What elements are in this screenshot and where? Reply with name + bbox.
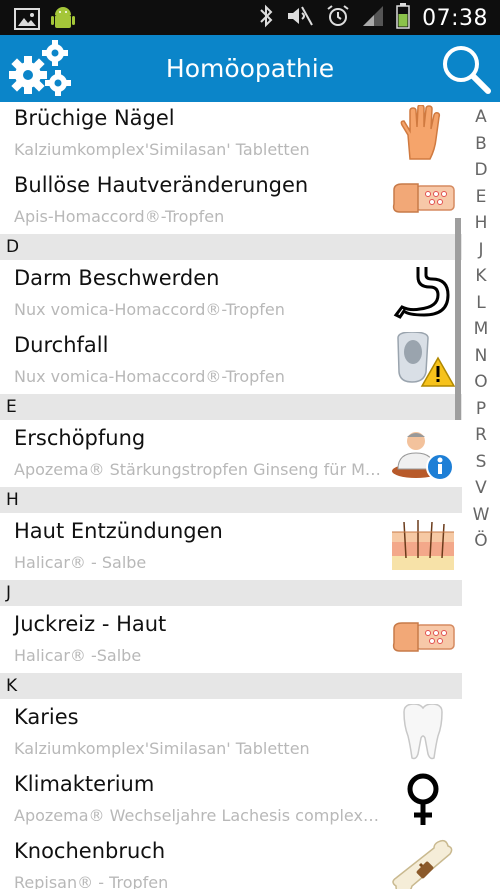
skin-rash-arm-icon [390, 611, 456, 667]
alphabet-index-letter[interactable]: O [462, 369, 500, 396]
list-item[interactable]: Juckreiz - Haut Halicar® -Salbe [0, 606, 462, 673]
alphabet-index-letter[interactable]: D [462, 157, 500, 184]
item-subtitle: Apozema® Wechseljahre Lachesis complex N… [14, 806, 384, 825]
app-title: Homöopathie [165, 54, 335, 83]
item-title: Erschöpfung [14, 426, 146, 450]
item-title: Darm Beschwerden [14, 266, 220, 290]
status-bar: 07:38 [0, 0, 500, 35]
alphabet-index-letter[interactable]: B [462, 131, 500, 158]
list-item[interactable]: Karies Kalziumkomplex'Similasan' Tablett… [0, 699, 462, 766]
list-item[interactable]: Bullöse Hautveränderungen Apis-Homaccord… [0, 167, 462, 234]
item-subtitle: Kalziumkomplex'Similasan' Tabletten [14, 140, 310, 159]
scrollbar-thumb[interactable] [455, 218, 461, 420]
section-header-d: D [0, 234, 462, 260]
list-item[interactable]: Brüchige Nägel Kalziumkomplex'Similasan'… [0, 102, 462, 167]
search-icon[interactable] [440, 43, 492, 99]
alphabet-index-letter[interactable]: N [462, 343, 500, 370]
mute-icon [286, 5, 314, 31]
alphabet-index-letter[interactable]: J [462, 237, 500, 264]
alphabet-index-letter[interactable]: V [462, 475, 500, 502]
item-title: Bullöse Hautveränderungen [14, 173, 309, 197]
hand-icon [390, 105, 456, 161]
battery-icon [396, 3, 410, 33]
item-subtitle: Nux vomica-Homaccord®-Tropfen [14, 367, 285, 386]
alphabet-index-letter[interactable]: K [462, 263, 500, 290]
person-info-icon [390, 425, 456, 481]
item-subtitle: Halicar® - Salbe [14, 553, 147, 572]
toilet-warning-icon [390, 332, 456, 388]
list-item[interactable]: Erschöpfung Apozema® Stärkungstropfen Gi… [0, 420, 462, 487]
item-subtitle: Halicar® -Salbe [14, 646, 142, 665]
gallery-notification-icon [14, 8, 40, 34]
item-title: Juckreiz - Haut [14, 612, 167, 636]
signal-icon [362, 5, 384, 31]
section-header-h: H [0, 487, 462, 513]
section-header-k: K [0, 673, 462, 699]
alphabet-index-letter[interactable]: A [462, 104, 500, 131]
tooth-icon [390, 704, 456, 760]
alphabet-index-letter[interactable]: P [462, 396, 500, 423]
android-notification-icon [50, 6, 76, 36]
list-item[interactable]: Knochenbruch Repisan® - Tropfen [0, 833, 462, 889]
alphabet-index-letter[interactable]: R [462, 422, 500, 449]
list-item[interactable]: Klimakterium Apozema® Wechseljahre Lache… [0, 766, 462, 833]
item-subtitle: Nux vomica-Homaccord®-Tropfen [14, 300, 285, 319]
item-title: Klimakterium [14, 772, 155, 796]
app-bar: Homöopathie [0, 35, 500, 102]
item-subtitle: Kalziumkomplex'Similasan' Tabletten [14, 739, 310, 758]
item-title: Karies [14, 705, 79, 729]
item-subtitle: Repisan® - Tropfen [14, 873, 169, 889]
alphabet-index-letter[interactable]: L [462, 290, 500, 317]
broken-bone-icon [390, 838, 456, 889]
condition-list[interactable]: B Brüchige Nägel Kalziumkomplex'Similasa… [0, 102, 462, 889]
skin-layers-icon [390, 518, 456, 574]
stomach-icon [390, 265, 456, 321]
item-subtitle: Apis-Homaccord®-Tropfen [14, 207, 225, 226]
alphabet-index-letter[interactable]: E [462, 184, 500, 211]
alphabet-index-letter[interactable]: W [462, 502, 500, 529]
item-title: Brüchige Nägel [14, 106, 175, 130]
list-item[interactable]: Durchfall Nux vomica-Homaccord®-Tropfen [0, 327, 462, 394]
alphabet-index[interactable]: ABDEHJKLMNOPRSVWÖ [462, 104, 500, 555]
item-title: Haut Entzündungen [14, 519, 223, 543]
alphabet-index-letter[interactable]: H [462, 210, 500, 237]
section-header-j: J [0, 580, 462, 606]
alarm-icon [326, 4, 350, 32]
item-title: Knochenbruch [14, 839, 166, 863]
list-item[interactable]: Haut Entzündungen Halicar® - Salbe [0, 513, 462, 580]
bluetooth-icon [258, 4, 274, 32]
list-item[interactable]: Darm Beschwerden Nux vomica-Homaccord®-T… [0, 260, 462, 327]
item-title: Durchfall [14, 333, 109, 357]
status-time: 07:38 [422, 5, 488, 31]
section-header-e: E [0, 394, 462, 420]
female-symbol-icon [390, 771, 456, 827]
skin-rash-arm-icon [390, 172, 456, 228]
alphabet-index-letter[interactable]: Ö [462, 528, 500, 555]
item-subtitle: Apozema® Stärkungstropfen Ginseng für Mä… [14, 460, 384, 479]
alphabet-index-letter[interactable]: M [462, 316, 500, 343]
alphabet-index-letter[interactable]: S [462, 449, 500, 476]
